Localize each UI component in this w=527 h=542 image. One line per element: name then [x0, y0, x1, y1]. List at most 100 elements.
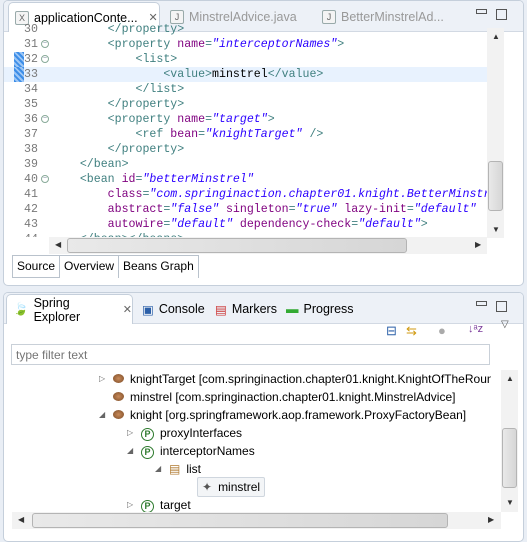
code-line[interactable]: 39 </bean>	[4, 157, 491, 172]
code-text: <property name="interceptorNames">	[52, 37, 345, 52]
code-token: =	[205, 113, 213, 126]
code-line[interactable]: 41 class="com.springinaction.chapter01.k…	[4, 187, 491, 202]
code-token: abstract	[52, 203, 164, 216]
tab-source[interactable]: Source	[12, 256, 61, 278]
editor-panel: XapplicationConte... ✕ J MinstrelAdvice.ja…	[3, 0, 524, 286]
scroll-thumb[interactable]	[67, 238, 407, 253]
expand-toggle-icon[interactable]: ◢	[155, 460, 163, 478]
code-token: >	[420, 218, 428, 231]
scroll-thumb[interactable]	[488, 161, 503, 211]
code-text: <list>	[52, 52, 177, 67]
code-token: "betterMinstrel"	[142, 173, 254, 186]
tab-beans-graph[interactable]: Beans Graph	[119, 256, 199, 278]
line-number: 43	[24, 218, 38, 231]
code-text: abstract="false" singleton="true" lazy-i…	[52, 202, 477, 217]
tree-vertical-scrollbar[interactable]: ▲ ▼	[501, 370, 518, 512]
tree-horizontal-scrollbar[interactable]: ◀ ▶	[12, 512, 501, 529]
tree-item-label: knightTarget [com.springinaction.chapter…	[130, 372, 491, 386]
tab-overview[interactable]: Overview	[60, 256, 120, 278]
editor-page-tabs: Source Overview Beans Graph	[12, 255, 199, 279]
code-text: class="com.springinaction.chapter01.knig…	[52, 187, 491, 202]
view-menu-icon[interactable]: ▽	[501, 319, 509, 330]
line-number: 35	[24, 98, 38, 111]
factory-bean-icon	[113, 406, 124, 424]
scroll-thumb[interactable]	[32, 513, 448, 528]
code-token: "default"	[170, 218, 233, 231]
tree-item[interactable]: minstrel [com.springinaction.chapter01.k…	[99, 388, 455, 406]
code-line[interactable]: 43 autowire="default" dependency-check="…	[4, 217, 491, 232]
value-icon: ✦	[202, 480, 213, 494]
property-icon: P	[141, 442, 154, 460]
code-line[interactable]: 34 </list>	[4, 82, 491, 97]
code-text: autowire="default" dependency-check="def…	[52, 217, 428, 232]
code-line[interactable]: 31− <property name="interceptorNames">	[4, 37, 491, 52]
tree-item[interactable]: ▷ Ptarget	[127, 496, 191, 512]
code-text: <bean id="betterMinstrel"	[52, 172, 254, 187]
beans-icon[interactable]: ●	[438, 323, 446, 338]
expand-toggle-icon[interactable]: ▷	[127, 496, 135, 512]
tab-spring-explorer[interactable]: 🍃 Spring Explorer ✕	[6, 294, 133, 324]
code-line[interactable]: 30 </property>	[4, 23, 491, 37]
maximize-button[interactable]	[496, 301, 507, 312]
code-token: class	[52, 188, 143, 201]
tree-item[interactable]: ✦ minstrel	[183, 477, 266, 497]
line-number: 34	[24, 83, 38, 96]
code-text: <property name="target">	[52, 112, 275, 127]
minimize-button[interactable]	[476, 301, 487, 306]
minimize-button[interactable]	[476, 9, 487, 14]
scroll-thumb[interactable]	[502, 428, 517, 488]
editor-horizontal-scrollbar[interactable]: ◀ ▶	[49, 237, 487, 254]
expand-toggle-icon[interactable]: ◢	[127, 442, 135, 460]
close-icon[interactable]: ✕	[123, 303, 132, 316]
tree-item-label: target	[160, 498, 191, 512]
tab-console[interactable]: ▣ Console	[136, 294, 205, 324]
code-line[interactable]: 37 <ref bean="knightTarget" />	[4, 127, 491, 142]
fold-icon[interactable]: −	[41, 55, 49, 63]
fold-icon[interactable]: −	[41, 175, 49, 183]
expand-toggle-icon[interactable]: ▷	[127, 424, 135, 442]
code-editor[interactable]: 30 </property> 31− <property name="interc…	[4, 23, 491, 237]
code-text: <value>minstrel</value>	[52, 67, 323, 82]
expand-toggle-icon[interactable]: ◢	[99, 406, 107, 424]
code-text: </bean>	[52, 157, 129, 172]
code-text: <ref bean="knightTarget" />	[52, 127, 323, 142]
code-token: "target"	[212, 113, 268, 126]
markers-icon: ▤	[215, 302, 227, 317]
code-token: />	[302, 128, 324, 141]
explorer-tree[interactable]: ▷ knightTarget [com.springinaction.chapte…	[4, 370, 491, 512]
code-token: "default"	[413, 203, 477, 216]
code-line[interactable]: 32− <list>	[4, 52, 491, 67]
filter-input[interactable]	[11, 344, 490, 365]
tab-progress[interactable]: ▬ Progress	[280, 294, 354, 324]
tree-item[interactable]: ◢ knight [org.springframework.aop.framewo…	[99, 406, 466, 424]
tree-item[interactable]: ◢ ▤ list	[155, 460, 201, 478]
console-icon: ▣	[142, 302, 154, 317]
expand-toggle-icon[interactable]: ▷	[99, 370, 107, 388]
code-line[interactable]: 38 </property>	[4, 142, 491, 157]
code-token: >	[337, 38, 345, 51]
bean-icon	[113, 388, 124, 406]
code-token: bean	[170, 128, 199, 141]
link-with-editor-icon[interactable]: ⇆	[406, 323, 417, 339]
tree-item[interactable]: ◢ PinterceptorNames	[127, 442, 255, 460]
code-token: singleton	[219, 203, 289, 216]
collapse-all-icon[interactable]: ⊟	[386, 323, 397, 339]
code-line[interactable]: 42 abstract="false" singleton="true" laz…	[4, 202, 491, 217]
code-line[interactable]: 33 <value>minstrel</value>	[4, 67, 491, 82]
code-token: </property>	[52, 143, 185, 156]
sort-alphabetically-icon[interactable]: ↓ᵃz	[468, 323, 483, 335]
code-line[interactable]: 40− <bean id="betterMinstrel"	[4, 172, 491, 187]
fold-icon[interactable]: −	[41, 115, 49, 123]
tree-item[interactable]: ▷ knightTarget [com.springinaction.chapte…	[99, 370, 491, 388]
code-text: </list>	[52, 82, 184, 97]
maximize-button[interactable]	[496, 9, 507, 20]
spring-leaf-icon: 🍃	[13, 302, 29, 316]
tab-markers[interactable]: ▤ Markers	[209, 294, 277, 324]
line-number: 44	[24, 232, 48, 237]
tree-item[interactable]: ▷ PproxyInterfaces	[127, 424, 242, 442]
property-icon: P	[141, 496, 154, 512]
fold-icon[interactable]: −	[41, 40, 49, 48]
editor-vertical-scrollbar[interactable]: ▲ ▼	[487, 28, 504, 238]
code-line[interactable]: 36− <property name="target">	[4, 112, 491, 127]
code-line[interactable]: 35 </property>	[4, 97, 491, 112]
